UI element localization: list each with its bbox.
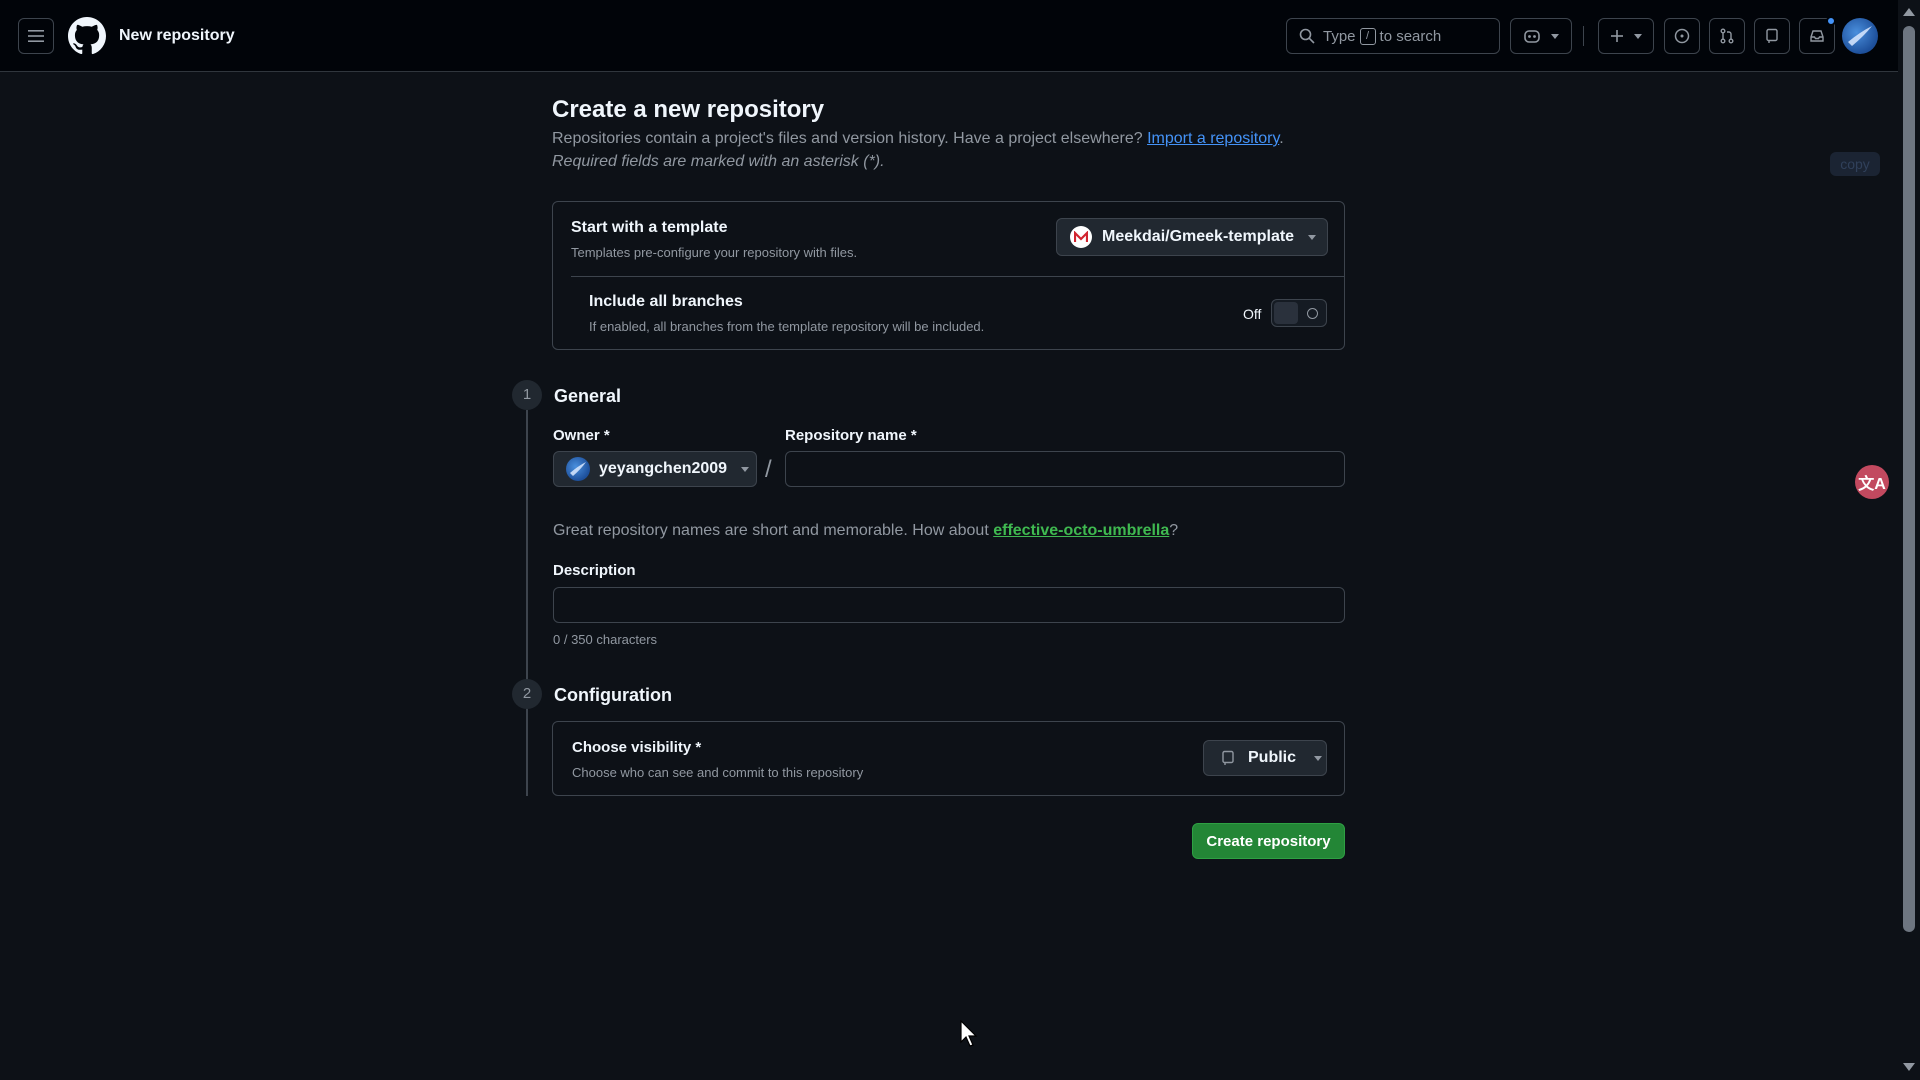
description-char-count: 0 / 350 characters	[553, 632, 658, 647]
inbox-icon	[1810, 30, 1824, 42]
chevron-down-icon	[1314, 755, 1323, 761]
description-label: Description	[553, 562, 636, 579]
scrollbar-thumb[interactable]	[1903, 26, 1915, 932]
avatar-image-icon	[1848, 26, 1872, 46]
chevron-down-icon	[1308, 234, 1317, 240]
pull-request-icon	[1720, 28, 1734, 44]
page-name[interactable]: New repository	[119, 27, 235, 45]
visibility-select[interactable]: Public	[1203, 740, 1327, 776]
owner-repo-separator: /	[765, 456, 772, 483]
chevron-down-icon	[1551, 33, 1559, 39]
menu-button[interactable]	[18, 18, 54, 54]
template-select[interactable]: Meekdai/Gmeek-template	[1056, 218, 1328, 256]
mouse-cursor-icon	[960, 1020, 978, 1047]
step-connector-line	[526, 410, 528, 796]
template-description: Templates pre-configure your repository …	[571, 245, 858, 260]
subtitle-end: .	[1279, 130, 1284, 147]
scroll-down-arrow-icon[interactable]	[1903, 1063, 1915, 1071]
translate-icon[interactable]: 文A	[1855, 465, 1889, 499]
owner-avatar	[566, 457, 590, 481]
header-divider	[1583, 26, 1584, 46]
copilot-icon	[1524, 30, 1540, 43]
visibility-selected-value: Public	[1248, 749, 1297, 766]
top-header: New repository Type / to search	[0, 0, 1898, 72]
suggested-name-link[interactable]: effective-octo-umbrella	[993, 522, 1169, 539]
hint-prefix: Great repository names are short and mem…	[553, 522, 989, 539]
include-branches-description: If enabled, all branches from the templa…	[589, 319, 985, 334]
section-title-configuration: Configuration	[554, 685, 672, 705]
page-title: Create a new repository	[552, 96, 825, 123]
repository-name-hint: Great repository names are short and mem…	[553, 522, 1178, 540]
visibility-description: Choose who can see and commit to this re…	[572, 765, 864, 780]
template-selected-value: Meekdai/Gmeek-template	[1102, 228, 1295, 245]
copilot-button[interactable]	[1510, 18, 1572, 54]
scroll-up-arrow-icon[interactable]	[1903, 8, 1915, 16]
template-card: Start with a template Templates pre-conf…	[552, 201, 1345, 350]
user-avatar[interactable]	[1842, 18, 1878, 54]
search-icon	[1299, 28, 1315, 44]
step-number-general: 1	[512, 380, 542, 410]
search-suffix: to search	[1379, 27, 1442, 45]
toggle-off-icon	[1307, 308, 1318, 319]
owner-avatar-icon	[570, 462, 586, 476]
include-branches-label: Include all branches	[589, 293, 743, 310]
issue-icon	[1674, 28, 1690, 44]
template-logo-icon	[1074, 231, 1088, 242]
owner-label: Owner *	[553, 427, 610, 444]
template-owner-avatar	[1070, 226, 1092, 248]
page-subtitle: Repositories contain a project's files a…	[552, 130, 1284, 148]
chevron-down-icon	[741, 466, 750, 472]
visibility-card: Choose visibility * Choose who can see a…	[552, 721, 1345, 796]
notification-indicator	[1826, 16, 1836, 26]
owner-selected-value: yeyangchen2009	[599, 460, 728, 477]
card-divider	[571, 276, 1344, 277]
create-new-button[interactable]	[1598, 18, 1654, 54]
hint-suffix: ?	[1169, 522, 1179, 539]
toggle-state-label: Off	[1243, 306, 1262, 322]
repo-icon	[1222, 750, 1234, 765]
hamburger-icon	[28, 30, 44, 42]
repository-name-label: Repository name *	[785, 427, 917, 444]
plus-icon	[1611, 30, 1623, 42]
create-repository-button[interactable]: Create repository	[1192, 823, 1345, 859]
pull-requests-button[interactable]	[1709, 18, 1745, 54]
section-title-general: General	[554, 386, 622, 406]
repositories-button[interactable]	[1754, 18, 1790, 54]
include-branches-toggle[interactable]	[1271, 299, 1327, 327]
required-fields-note: Required fields are marked with an aster…	[552, 153, 885, 170]
search-shortcut-key: /	[1359, 27, 1376, 45]
search-input[interactable]: Type / to search	[1286, 18, 1500, 54]
repository-name-input[interactable]	[785, 451, 1345, 487]
visibility-label: Choose visibility *	[572, 739, 702, 756]
description-input[interactable]	[553, 587, 1345, 623]
owner-select[interactable]: yeyangchen2009	[553, 451, 757, 487]
repo-icon	[1766, 28, 1778, 43]
search-prefix: Type	[1323, 27, 1356, 45]
step-number-configuration: 2	[512, 679, 542, 709]
copy-badge[interactable]: copy	[1830, 152, 1880, 176]
chevron-down-icon	[1634, 33, 1642, 39]
toggle-knob	[1274, 302, 1298, 324]
issues-button[interactable]	[1664, 18, 1700, 54]
github-logo-icon[interactable]	[68, 17, 106, 55]
template-label: Start with a template	[571, 219, 728, 236]
import-repository-link[interactable]: Import a repository	[1147, 130, 1279, 147]
subtitle-text: Repositories contain a project's files a…	[552, 130, 1143, 147]
